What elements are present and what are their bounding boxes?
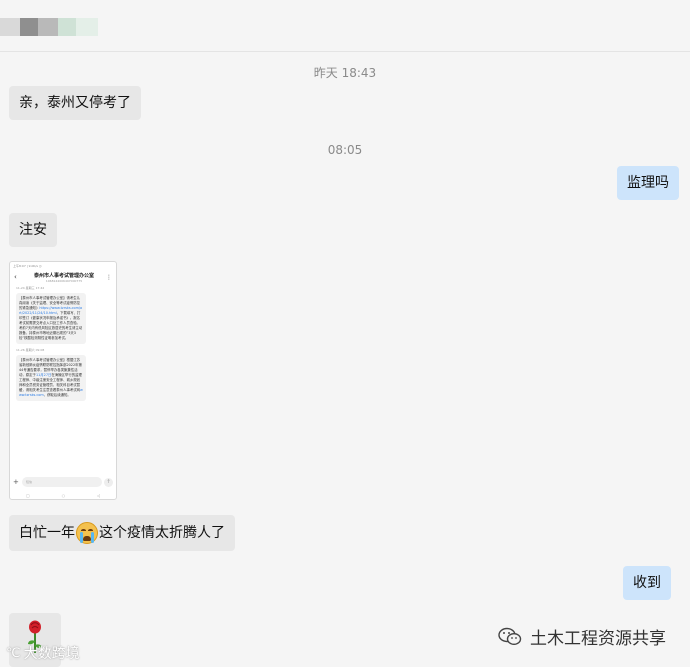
back-arrow-icon: ‹ bbox=[14, 273, 17, 281]
sms-input-bar: + 短信 ↑ bbox=[10, 475, 116, 489]
timestamp: 08:05 bbox=[327, 143, 363, 157]
message-bubble-right[interactable]: 收到 bbox=[623, 566, 671, 600]
message-bubble-right[interactable]: 监理吗 bbox=[617, 166, 679, 200]
watermark-right: 土木工程资源共享 bbox=[498, 624, 666, 649]
more-icon: ⋮ bbox=[106, 273, 112, 281]
sms-title-bar: ‹ 泰州市人事考试管理办公室 1068144006497000775 ⋮ bbox=[10, 270, 116, 284]
watermark-left: ℃ 大数跨境 bbox=[6, 645, 80, 663]
message-bubble-left[interactable]: 亲，泰州又停考了 bbox=[9, 86, 141, 120]
sms-sender-title: 泰州市人事考试管理办公室 bbox=[33, 272, 94, 279]
plus-icon: + bbox=[13, 478, 19, 486]
wechat-icon bbox=[498, 627, 522, 645]
message-bubble-left[interactable]: 注安 bbox=[9, 213, 57, 247]
sms-input-field: 短信 bbox=[22, 477, 102, 487]
recent-apps-icon: ▢ bbox=[25, 493, 30, 498]
message-bubble-left[interactable]: 白忙一年 这个疫情太折腾人了 bbox=[9, 515, 235, 551]
sms-timestamp: 11-26 星期六 09:08 bbox=[16, 348, 45, 352]
back-icon: ◁ bbox=[96, 493, 101, 498]
chat-header bbox=[0, 0, 690, 52]
sms-message: 【泰州市人事考试管理办公室】根据江苏省新冠肺炎疫情联防联控指挥部2022年第44… bbox=[16, 355, 86, 401]
sms-sender-number: 1068144006497000775 bbox=[45, 278, 83, 283]
phone-nav-bar: ▢ ○ ◁ bbox=[10, 493, 116, 498]
sms-link: 11月27日 bbox=[35, 373, 52, 377]
status-bar: 上午8:07 | 9.0K/s ◷ bbox=[13, 264, 42, 268]
sms-timestamp: 11-24 星期三 17:42 bbox=[16, 286, 45, 290]
crying-face-icon bbox=[76, 522, 98, 544]
watermark-logo-icon: ℃ bbox=[6, 645, 21, 661]
home-icon: ○ bbox=[61, 493, 66, 498]
send-icon: ↑ bbox=[104, 477, 113, 487]
timestamp: 昨天 18:43 bbox=[313, 66, 377, 80]
sms-message: 【泰州市人事考试管理办公室】请考生认真阅读《关于监理、安全等考试疫情防控的紧急通… bbox=[16, 293, 86, 344]
obscured-contact-name bbox=[0, 18, 98, 36]
screenshot-image-message[interactable]: 上午8:07 | 9.0K/s ◷ ‹ 泰州市人事考试管理办公室 1068144… bbox=[9, 261, 117, 500]
